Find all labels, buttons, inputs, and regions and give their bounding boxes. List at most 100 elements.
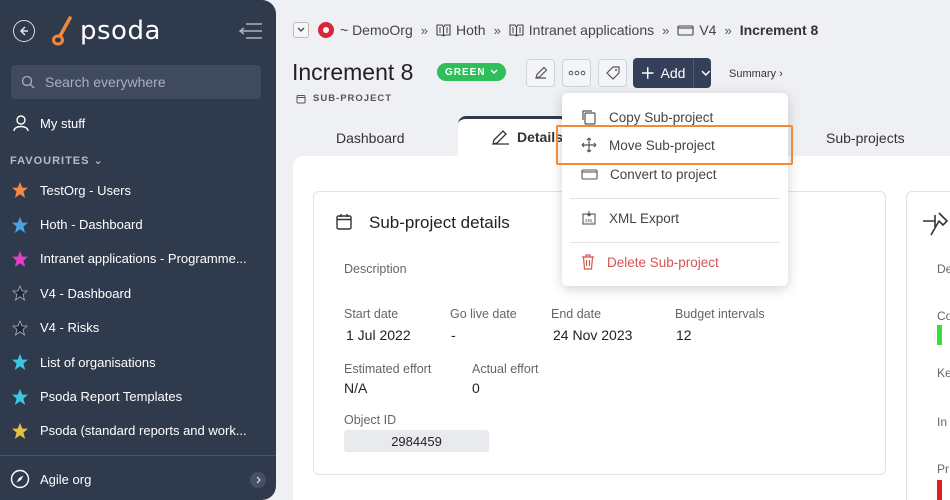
estimated-effort-label: Estimated effort — [344, 362, 432, 376]
collapse-sidebar-icon[interactable] — [238, 20, 264, 42]
start-date-label: Start date — [344, 307, 399, 321]
tab-dashboard[interactable]: Dashboard — [336, 130, 405, 146]
right-card-label: Pr — [937, 462, 949, 476]
breadcrumb: ~ DemoOrg » Hoth » Intranet applications… — [293, 20, 818, 40]
star-icon — [12, 182, 28, 199]
favourite-item[interactable]: TestOrg - Users — [0, 173, 276, 207]
favourite-item[interactable]: Intranet applications - Programme... — [0, 242, 276, 276]
trash-icon — [582, 254, 594, 270]
breadcrumb-separator: » — [493, 22, 501, 38]
tools-icon — [923, 212, 949, 236]
right-card-label: Ke — [937, 366, 950, 380]
description-label: Description — [344, 262, 407, 276]
right-card-label: Co — [937, 309, 950, 323]
status-indicator-green — [937, 325, 942, 345]
right-card-label: In — [937, 415, 948, 429]
breadcrumb-separator: » — [662, 22, 670, 38]
xml-icon: XML — [582, 211, 596, 225]
tab-details[interactable]: Details — [491, 128, 563, 146]
chevron-down-icon — [490, 69, 498, 74]
page-title: Increment 8 — [292, 59, 414, 85]
breadcrumb-current: Increment 8 — [739, 22, 819, 38]
card-title: Sub-project details — [369, 213, 510, 232]
add-button[interactable]: Add — [633, 58, 711, 88]
programme-icon — [509, 24, 524, 37]
favourite-item[interactable]: List of organisations — [0, 345, 276, 379]
my-stuff-label: My stuff — [40, 115, 86, 131]
star-icon — [12, 216, 28, 233]
my-stuff-link[interactable]: My stuff — [12, 114, 85, 132]
object-type-label: SUB-PROJECT — [296, 93, 392, 104]
copy-icon — [582, 110, 596, 125]
tab-sub-projects[interactable]: Sub-projects — [826, 130, 905, 146]
pencil-icon — [534, 66, 547, 79]
logo-icon — [52, 16, 72, 46]
breadcrumb-separator: » — [420, 22, 428, 38]
breadcrumb-item[interactable]: V4 — [677, 22, 716, 38]
agile-org-link[interactable]: Agile org — [10, 469, 91, 489]
star-icon — [12, 354, 28, 371]
pencil-icon — [492, 130, 509, 145]
chevron-down-icon — [701, 70, 711, 76]
favourites-header[interactable]: FAVOURITES ⌄ — [10, 154, 104, 167]
breadcrumb-item[interactable]: Hoth — [436, 22, 486, 38]
favourite-item[interactable]: Hoth - Dashboard — [0, 207, 276, 241]
summary-link[interactable]: Summary › — [729, 68, 783, 80]
go-live-value: - — [451, 327, 456, 343]
chevron-right-icon[interactable] — [250, 472, 266, 488]
sidebar-divider — [0, 455, 276, 456]
status-badge[interactable]: GREEN — [437, 63, 506, 81]
budget-intervals-value: 12 — [676, 327, 692, 343]
menu-item-delete-sub-project[interactable]: Delete Sub-project — [562, 248, 788, 276]
logo-text: psoda — [80, 16, 161, 46]
go-live-label: Go live date — [450, 307, 517, 321]
back-icon[interactable] — [13, 20, 35, 42]
star-icon — [12, 388, 28, 405]
breadcrumb-separator: » — [724, 22, 732, 38]
highlight-box — [556, 125, 793, 165]
breadcrumb-dropdown[interactable] — [293, 22, 309, 38]
favourite-item[interactable]: V4 - Risks — [0, 311, 276, 345]
tag-icon — [605, 66, 620, 80]
search-input[interactable] — [45, 74, 245, 90]
favourite-item[interactable]: Psoda (standard reports and work... — [0, 414, 276, 448]
start-date-value: 1 Jul 2022 — [346, 327, 411, 343]
end-date-value: 24 Nov 2023 — [553, 327, 633, 343]
star-icon — [12, 250, 28, 267]
more-options-menu: Copy Sub-project Move Sub-project Conver… — [562, 93, 788, 286]
object-id-label: Object ID — [344, 413, 397, 427]
sidebar: psoda My stuff FAVOURITES ⌄ TestOrg - Us… — [0, 0, 276, 500]
favourite-item[interactable]: Psoda Report Templates — [0, 379, 276, 413]
user-icon — [13, 115, 29, 132]
chevron-down-icon — [297, 27, 305, 32]
star-icon — [12, 422, 28, 439]
ellipsis-icon — [568, 70, 585, 76]
svg-text:XML: XML — [585, 219, 594, 224]
org-logo-icon — [318, 22, 334, 38]
breadcrumb-item[interactable]: Intranet applications — [509, 22, 654, 38]
search-icon — [21, 75, 35, 89]
favourite-item[interactable]: V4 - Dashboard — [0, 276, 276, 310]
project-icon — [677, 25, 694, 36]
agile-org-label: Agile org — [40, 471, 92, 487]
search-box[interactable] — [11, 65, 261, 99]
menu-item-xml-export[interactable]: XML XML Export — [562, 204, 788, 232]
calendar-icon — [336, 214, 352, 230]
object-id-value[interactable]: 2984459 — [344, 430, 489, 452]
end-date-label: End date — [551, 307, 602, 321]
edit-button[interactable] — [526, 59, 555, 87]
programme-icon — [436, 24, 451, 37]
status-indicator-red — [937, 480, 942, 500]
more-options-button[interactable] — [562, 59, 591, 87]
project-icon — [581, 169, 598, 180]
compass-icon — [10, 469, 30, 489]
tag-button[interactable] — [598, 59, 627, 87]
right-card-label: De — [937, 262, 950, 276]
star-icon — [12, 285, 28, 302]
right-card — [906, 191, 950, 500]
breadcrumb-org[interactable]: ~ DemoOrg — [317, 21, 413, 39]
psoda-logo[interactable]: psoda — [50, 14, 161, 48]
subproject-icon — [296, 94, 306, 103]
actual-effort-value: 0 — [472, 380, 480, 396]
budget-intervals-label: Budget intervals — [675, 307, 765, 321]
